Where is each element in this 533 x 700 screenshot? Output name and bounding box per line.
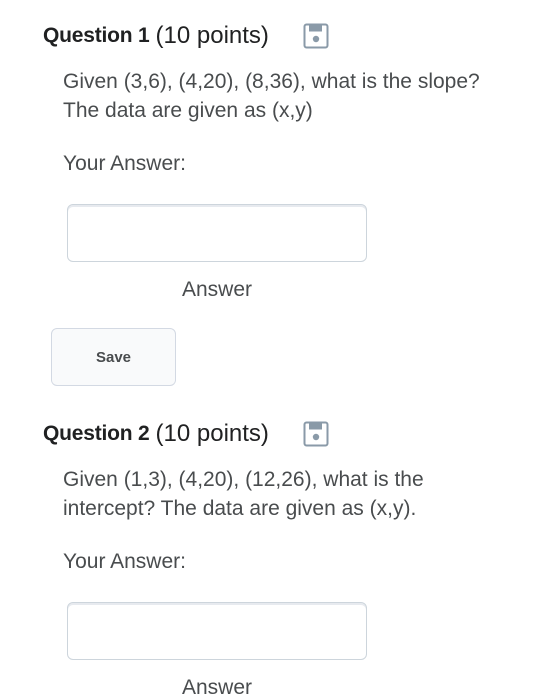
- question-2-header: Question 2 (10 points): [43, 418, 329, 450]
- question-2-text: Given (1,3), (4,20), (12,26), what is th…: [63, 468, 424, 520]
- question-1-number: Question 1: [43, 24, 150, 47]
- question-2-answer-caption: Answer: [181, 676, 253, 699]
- question-2-your-answer-label: Your Answer:: [63, 550, 186, 573]
- save-button[interactable]: Save: [51, 328, 176, 386]
- question-2-answer-input[interactable]: [67, 602, 367, 660]
- question-1-header: Question 1 (10 points): [43, 20, 329, 52]
- floppy-disk-icon[interactable]: [303, 421, 329, 447]
- question-1-answer-input[interactable]: [67, 204, 367, 262]
- question-1-answer-caption: Answer: [181, 278, 253, 301]
- floppy-disk-icon[interactable]: [303, 23, 329, 49]
- question-1-text: Given (3,6), (4,20), (8,36), what is the…: [63, 70, 480, 122]
- question-2-points: (10 points): [155, 420, 269, 447]
- question-1-points: (10 points): [155, 22, 269, 49]
- question-1-your-answer-label: Your Answer:: [63, 152, 186, 175]
- question-2-number: Question 2: [43, 422, 150, 445]
